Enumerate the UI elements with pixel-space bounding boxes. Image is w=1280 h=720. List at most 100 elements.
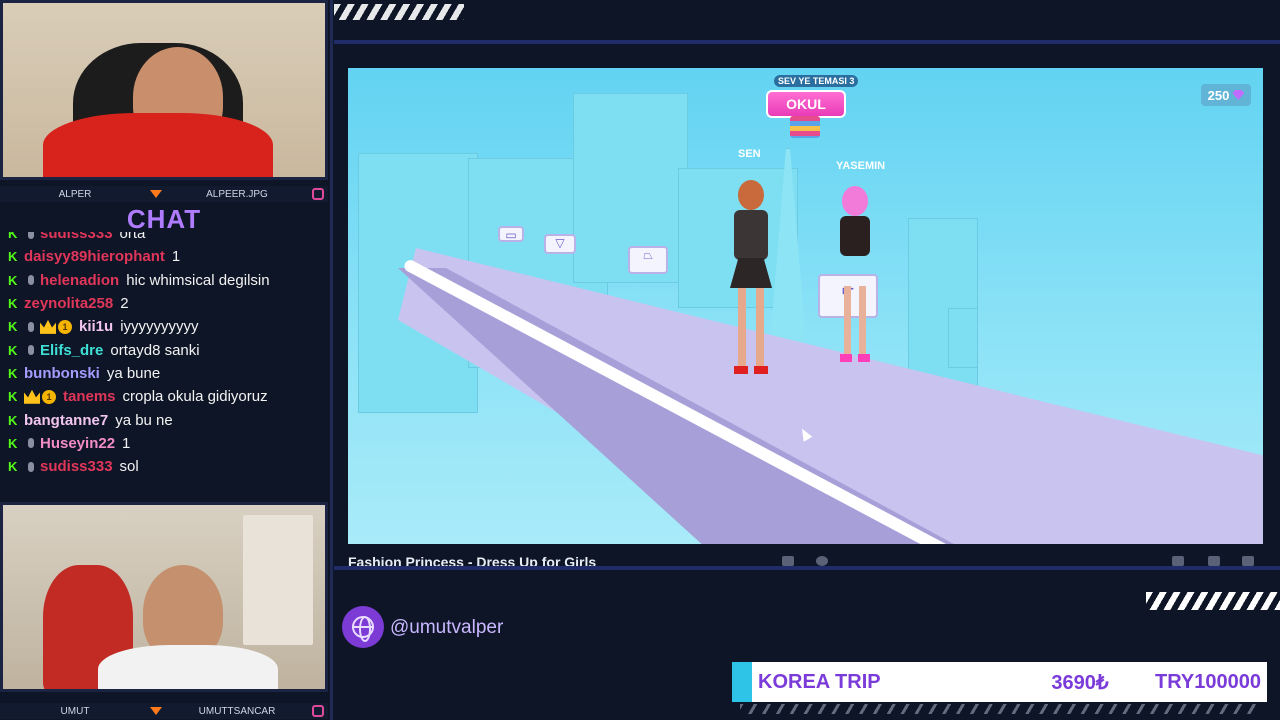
webcam-bottom	[0, 502, 328, 692]
chat-username[interactable]: kii1u	[79, 318, 113, 335]
goal-name: KOREA TRIP	[758, 670, 881, 693]
chat-text: cropla okula gidiyoruz	[122, 388, 268, 406]
game-viewport[interactable]: ▭ ▽ ⏢ ⌐ SEN YASEMIN SEV YE TEMASI 3 OKUL	[348, 68, 1263, 544]
stream-overlay: ALPER ALPEER.JPG CHAT Ksudiss333 orta Kdai…	[0, 0, 1280, 720]
chat-username[interactable]: sudiss333	[40, 232, 113, 242]
goal-current: 3690₺	[1051, 671, 1109, 694]
kick-icon: K	[8, 232, 18, 242]
playlist-icon[interactable]	[782, 556, 794, 566]
goal-target: TRY100000	[1155, 670, 1261, 693]
top-stripes-decoration	[334, 4, 464, 20]
streamer-shirt	[98, 645, 278, 689]
mic-icon	[28, 232, 34, 239]
chat-text: orta	[119, 232, 146, 243]
chat-text: ya bu ne	[115, 411, 173, 429]
webcam-top-name: ALPER	[58, 188, 92, 200]
chat-username[interactable]: Elifs_dre	[40, 342, 103, 359]
kick-icon: K	[8, 459, 18, 475]
crown-icon	[24, 389, 40, 404]
chat-message: K 1 tanems cropla okula gidiyoruz	[0, 385, 328, 408]
kick-icon: K	[8, 342, 18, 358]
outfit-sign: ▭	[498, 226, 524, 242]
chat-text: hic whimsical degilsin	[126, 271, 270, 289]
chat-message: Ksudiss333 orta	[0, 232, 328, 245]
chat-text: 1	[122, 434, 131, 452]
social-badge	[342, 606, 384, 648]
goal-progress-fill	[732, 662, 752, 702]
chat-message: Kzeynolita258 2	[0, 292, 328, 315]
kick-icon: K	[8, 365, 18, 381]
webcam-top	[0, 0, 328, 180]
chat-message: Kbunbonski ya bune	[0, 362, 328, 385]
chat-message: K Elifs_dre ortayd8 sanki	[0, 338, 328, 361]
chat-username[interactable]: daisyy89hierophant	[24, 248, 165, 265]
kick-icon: K	[8, 319, 18, 335]
chat-username[interactable]: tanems	[63, 388, 116, 405]
chat-text: 1	[171, 248, 181, 266]
chat-message: Kbangtanne7 ya bu ne	[0, 408, 328, 431]
chat-username[interactable]: bangtanne7	[24, 412, 108, 429]
chat-message: K Huseyin22 1	[0, 432, 328, 455]
kick-icon: K	[8, 389, 18, 405]
mic-icon	[28, 438, 34, 449]
top-divider	[334, 40, 1280, 44]
coin-icon: 1	[42, 389, 56, 404]
gem-icon	[1232, 90, 1245, 100]
coin-icon: 1	[58, 319, 72, 334]
building	[948, 308, 978, 368]
books-icon	[790, 116, 820, 138]
mic-icon	[28, 461, 34, 472]
webcam-bottom-handle: UMUTTSANCAR	[198, 705, 276, 717]
chat-username[interactable]: helenadion	[40, 272, 119, 289]
chat-message: Khelenadion hic whimsical degilsin	[0, 269, 328, 292]
mic-icon	[28, 275, 34, 286]
chat-username[interactable]: sudiss333	[40, 458, 113, 475]
chat-message: Kdaisyy89hierophant 1	[0, 245, 328, 268]
chat-message: Ksudiss333 sol	[0, 455, 328, 478]
arrow-down-icon	[150, 707, 162, 715]
kick-icon: K	[8, 272, 18, 288]
mic-icon	[28, 321, 34, 332]
chat-text: 2	[120, 295, 129, 313]
gem-count: 250	[1207, 87, 1230, 103]
social-handle: @umutvalper	[390, 617, 504, 638]
shelf	[243, 515, 313, 645]
webcam-bottom-label-bar: UMUT UMUTTSANCAR	[0, 703, 328, 719]
kick-icon: K	[8, 412, 18, 428]
webcam-bottom-name: UMUT	[60, 705, 90, 717]
event-stage-label: SEV YE TEMASI 3	[774, 75, 859, 87]
dress-sign: ▽	[544, 234, 576, 254]
chat-text: sol	[119, 458, 139, 476]
chat-text: iyyyyyyyyyy	[120, 318, 199, 336]
chat-username[interactable]: bunbonski	[24, 365, 100, 382]
player-name-label: SEN	[738, 148, 761, 160]
skirt-sign: ⏢	[628, 246, 668, 274]
left-column-divider	[330, 0, 333, 720]
video-title: Fashion Princess - Dress Up for Girls	[348, 554, 597, 566]
chat-text: ya bune	[106, 364, 161, 382]
webcam-top-handle: ALPEER.JPG	[206, 188, 268, 200]
fullscreen-icon[interactable]	[1242, 556, 1254, 566]
donation-goal-bar: KOREA TRIP 3690₺ TRY100000	[732, 662, 1267, 702]
chat-message-list[interactable]: Ksudiss333 orta Kdaisyy89hierophant 1 Khelen…	[0, 232, 328, 496]
chat-message: K 1 kii1u iyyyyyyyyyy	[0, 315, 328, 338]
instagram-icon	[312, 188, 324, 200]
bottom-stripes-decoration	[1146, 592, 1280, 610]
chat-username[interactable]: zeynolita258	[24, 295, 113, 312]
globe-icon	[352, 616, 374, 642]
settings-icon[interactable]	[1208, 556, 1220, 566]
chat-title: CHAT	[126, 204, 202, 234]
arrow-down-icon	[150, 190, 162, 198]
chat-username[interactable]: Huseyin22	[40, 435, 115, 452]
kick-icon: K	[8, 435, 18, 451]
kick-icon: K	[8, 249, 18, 265]
event-theme-badge: OKUL	[766, 90, 846, 118]
rival-name-label: YASEMIN	[836, 160, 886, 172]
volume-icon[interactable]	[1172, 556, 1184, 566]
bottom-divider	[334, 566, 1280, 570]
gem-counter: 250	[1201, 84, 1251, 106]
share-icon[interactable]	[816, 556, 828, 566]
crown-icon	[40, 319, 56, 334]
kick-icon: K	[8, 296, 18, 312]
streamer-shirt	[43, 113, 273, 177]
